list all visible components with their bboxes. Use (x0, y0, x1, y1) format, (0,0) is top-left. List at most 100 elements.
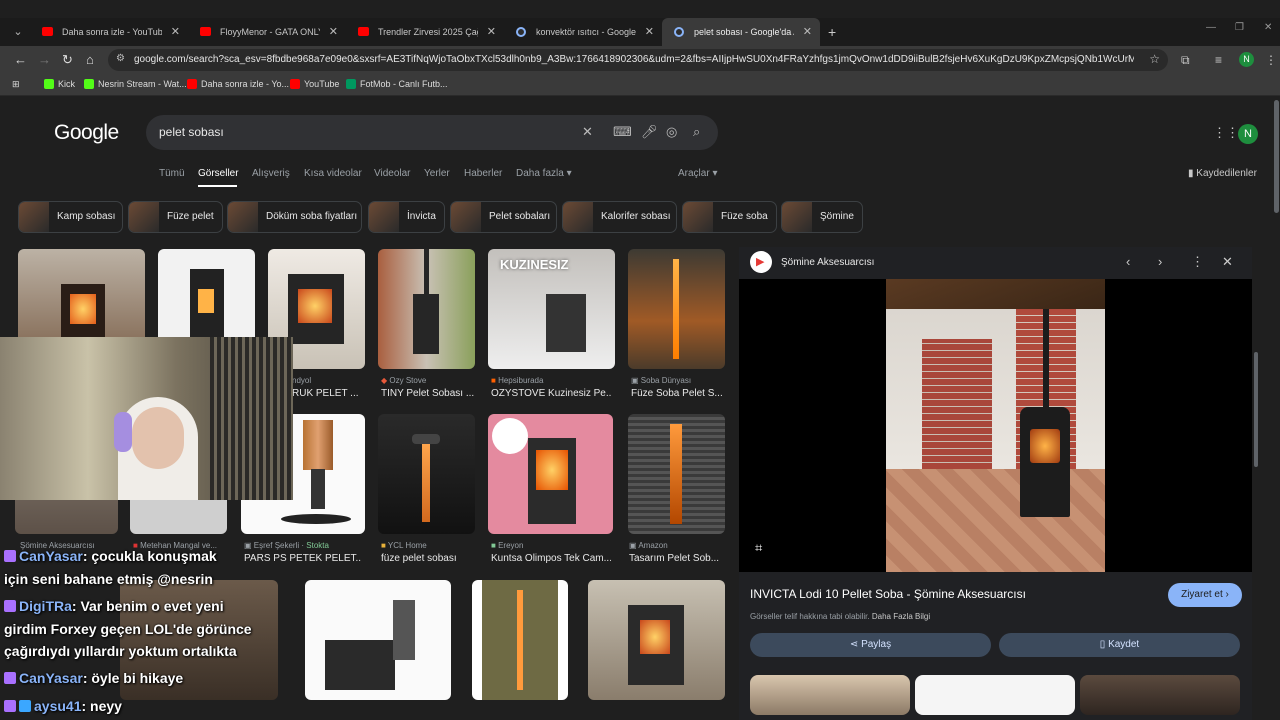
page-scrollbar[interactable] (1274, 100, 1279, 213)
bookmark-icon: ▯ (1099, 639, 1106, 650)
result-image[interactable] (305, 580, 451, 700)
minimize-icon[interactable]: — (1206, 22, 1216, 33)
result-image[interactable] (628, 414, 725, 534)
home-icon[interactable]: ⌂ (86, 52, 94, 67)
close-tab-icon[interactable]: ✕ (171, 18, 180, 46)
bookmark-fotmob[interactable]: FotMob - Canlı Futb... (346, 79, 448, 89)
chip-thumbnail (19, 202, 49, 232)
close-tab-icon[interactable]: ✕ (645, 18, 654, 46)
close-tab-icon[interactable]: ✕ (803, 18, 812, 46)
youtube-icon (42, 27, 53, 36)
profile-avatar[interactable]: N (1239, 52, 1254, 67)
source-logo[interactable]: ▶ (750, 251, 772, 273)
chip-invicta[interactable]: İnvicta (368, 201, 445, 233)
new-tab-button[interactable]: + (828, 24, 836, 40)
related-image[interactable] (750, 675, 910, 715)
tab-videos[interactable]: Videolar (374, 168, 411, 179)
badge-icon (4, 672, 16, 684)
apps-icon[interactable]: ⊞ (12, 79, 20, 90)
tab-trendler[interactable]: Trendler Zirvesi 2025 Çağrı Erga✕ (346, 18, 504, 46)
address-bar[interactable]: ⚙ google.com/search?sca_esv=8fbdbe968a7e… (108, 49, 1168, 71)
close-window-icon[interactable]: ✕ (1264, 22, 1272, 33)
tab-news[interactable]: Haberler (464, 168, 502, 179)
chip-fuze-pelet[interactable]: Füze pelet (128, 201, 223, 233)
chip-kalorifer[interactable]: Kalorifer sobası (562, 201, 677, 233)
share-icon: ⋖ (849, 639, 859, 650)
bookmarks-bar: ⊞ Kick Nesrin Stream - Wat... Daha sonra… (0, 74, 1280, 96)
result-image[interactable] (628, 249, 725, 369)
chip-pelet-sobalari[interactable]: Pelet sobaları (450, 201, 557, 233)
tab-images[interactable]: Görseller (198, 168, 239, 179)
tab-places[interactable]: Yerler (424, 168, 450, 179)
tab-strip: ⌄ Daha sonra izle - YouTube ✕ FloyyMenor … (0, 18, 1280, 46)
related-image[interactable] (1080, 675, 1240, 715)
share-button[interactable]: ⋖ Paylaş (750, 633, 991, 657)
bookmark-kick[interactable]: Kick (44, 79, 75, 89)
chip-fuze-soba[interactable]: Füze soba (682, 201, 777, 233)
next-icon[interactable]: › (1158, 254, 1162, 269)
bookmark-nesrin-stream[interactable]: Nesrin Stream - Wat... (84, 79, 187, 89)
chip-dokum-soba[interactable]: Döküm soba fiyatları (227, 201, 362, 233)
result-image[interactable]: KUZINESIZ (488, 249, 615, 369)
bookmark-star-icon[interactable]: ☆ (1149, 52, 1160, 66)
site-info-icon[interactable]: ⚙ (116, 53, 125, 64)
visit-button[interactable]: Ziyaret et › (1168, 583, 1242, 607)
close-tab-icon[interactable]: ✕ (487, 18, 496, 46)
saved-button[interactable]: ▮ Kaydedilenler (1188, 168, 1257, 179)
previous-icon[interactable]: ‹ (1126, 254, 1130, 269)
tab-short-videos[interactable]: Kısa videolar (304, 168, 362, 179)
more-options-icon[interactable]: ⋮ (1191, 254, 1204, 270)
tab-more[interactable]: Daha fazla ▾ (516, 168, 572, 179)
chat-message: girdim Forxey geçen LOL'de görünce (4, 621, 252, 637)
account-avatar[interactable]: N (1238, 124, 1258, 144)
forward-icon[interactable]: → (38, 52, 51, 67)
chat-message: çağırdıydı yıllardır yoktum ortalıkta (4, 643, 237, 659)
panel-scrollbar[interactable] (1254, 352, 1258, 467)
restore-icon[interactable]: ❐ (1235, 22, 1244, 33)
tab-floyymenor[interactable]: FloyyMenor - GATA ONLY ft. Cris✕ (188, 18, 346, 46)
google-logo[interactable]: Google (54, 121, 119, 145)
close-tab-icon[interactable]: ✕ (329, 18, 338, 46)
tab-pelet-sobasi[interactable]: pelet sobası - Google'da Ara✕ (662, 18, 820, 46)
tab-search-button[interactable]: ⌄ (10, 24, 26, 40)
badge-icon (4, 550, 16, 562)
back-icon[interactable]: ← (14, 52, 27, 67)
related-image[interactable] (915, 675, 1075, 715)
keyboard-icon[interactable]: ⌨ (613, 124, 632, 140)
search-input[interactable]: pelet sobası (159, 125, 224, 139)
bookmark-watch-later[interactable]: Daha sonra izle - Yo... (187, 79, 289, 89)
more-info-link[interactable]: Daha Fazla Bilgi (872, 612, 930, 621)
tools-button[interactable]: Araçlar ▾ (678, 168, 718, 179)
tab-shopping[interactable]: Alışveriş (252, 168, 290, 179)
close-icon[interactable]: ✕ (1222, 254, 1233, 270)
preview-image[interactable] (886, 279, 1105, 572)
search-icon[interactable]: ⌕ (693, 124, 700, 140)
result-image[interactable] (378, 414, 475, 534)
chip-somine[interactable]: Şömine (781, 201, 863, 233)
result-image[interactable] (588, 580, 725, 700)
reload-icon[interactable]: ↻ (62, 52, 73, 68)
bookmark-icon: ▮ (1188, 168, 1194, 179)
lens-icon[interactable]: ◎ (666, 124, 677, 140)
result-image[interactable] (488, 414, 613, 534)
result-image[interactable] (472, 580, 568, 700)
esref-sekerli-icon: ▣ (244, 541, 252, 550)
search-box[interactable]: pelet sobası ✕ ⌨ 🎤︎ ◎ ⌕ (146, 115, 718, 150)
chip-kamp-sobasi[interactable]: Kamp sobası (18, 201, 123, 233)
kick-icon (44, 79, 54, 89)
bookmark-youtube[interactable]: YouTube (290, 79, 339, 89)
lens-search-icon[interactable]: ⌗ (755, 540, 762, 556)
hepsiburada-icon: ■ (491, 376, 496, 385)
media-icon[interactable]: ≡ (1215, 53, 1222, 67)
save-button[interactable]: ▯ Kaydet (999, 633, 1240, 657)
tab-youtube-watch-later[interactable]: Daha sonra izle - YouTube ✕ (30, 18, 188, 46)
tab-konvektor[interactable]: konvektör ısıtıcı - Google'da Ar✕ (504, 18, 662, 46)
extensions-icon[interactable]: ⧉ (1181, 53, 1190, 68)
chip-thumbnail (563, 202, 593, 232)
youtube-icon (358, 27, 369, 36)
tab-all[interactable]: Tümü (159, 168, 185, 179)
microphone-icon[interactable]: 🎤︎ (641, 124, 658, 140)
clear-icon[interactable]: ✕ (582, 124, 593, 140)
menu-icon[interactable]: ⋮ (1265, 53, 1277, 67)
result-image[interactable] (378, 249, 475, 369)
